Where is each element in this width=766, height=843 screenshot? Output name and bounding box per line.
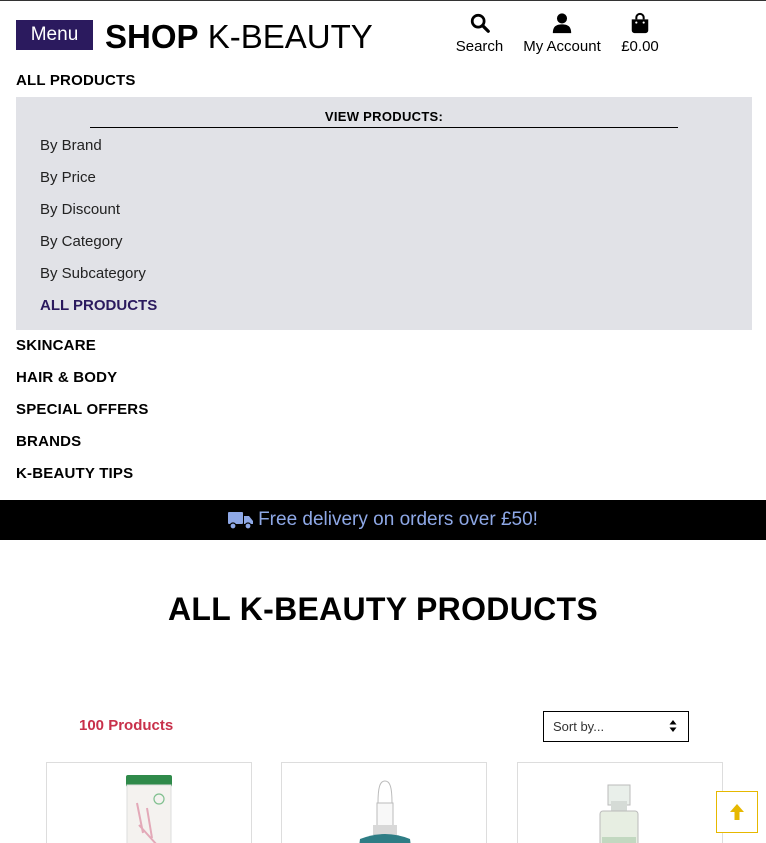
user-icon xyxy=(552,13,572,34)
product-image xyxy=(359,780,411,843)
dropdown-item-by-discount[interactable]: By Discount xyxy=(40,201,120,218)
nav-brands[interactable]: BRANDS xyxy=(16,433,81,450)
sort-placeholder: Sort by... xyxy=(553,719,605,734)
product-image xyxy=(126,775,172,843)
product-card[interactable] xyxy=(46,762,252,843)
product-card[interactable] xyxy=(281,762,487,843)
cart-total: £0.00 xyxy=(621,38,659,55)
logo-bold-text: SHOP xyxy=(105,18,199,55)
site-logo[interactable]: SHOP K-BEAUTY xyxy=(105,17,373,57)
dropdown-item-by-category[interactable]: By Category xyxy=(40,233,123,250)
dropdown-item-by-price[interactable]: By Price xyxy=(40,169,96,186)
product-card[interactable] xyxy=(517,762,723,843)
sort-select[interactable]: Sort by... xyxy=(543,711,689,742)
top-border xyxy=(0,0,766,1)
delivery-banner: Free delivery on orders over £50! xyxy=(0,500,766,540)
search-icon xyxy=(470,13,490,33)
delivery-banner-text: Free delivery on orders over £50! xyxy=(258,509,538,530)
my-account-link[interactable]: My Account xyxy=(518,12,606,55)
arrow-up-icon xyxy=(730,804,744,820)
dropdown-heading: VIEW PRODUCTS: xyxy=(90,109,678,128)
dropdown-item-by-subcategory[interactable]: By Subcategory xyxy=(40,265,146,282)
search-link[interactable]: Search xyxy=(452,12,507,55)
nav-skincare[interactable]: SKINCARE xyxy=(16,337,96,354)
dropdown-item-all-products[interactable]: ALL PRODUCTS xyxy=(40,297,157,314)
dropdown-item-by-brand[interactable]: By Brand xyxy=(40,137,102,154)
products-dropdown: VIEW PRODUCTS: By Brand By Price By Disc… xyxy=(16,97,752,330)
shopping-bag-icon xyxy=(631,12,649,34)
page-title: ALL K-BEAUTY PRODUCTS xyxy=(167,591,599,627)
truck-icon xyxy=(228,512,254,530)
search-label: Search xyxy=(455,38,504,55)
sort-arrows-icon xyxy=(669,720,677,732)
product-image xyxy=(599,784,639,843)
menu-button[interactable]: Menu xyxy=(16,20,93,50)
nav-special-offers[interactable]: SPECIAL OFFERS xyxy=(16,401,149,418)
nav-hair-body[interactable]: HAIR & BODY xyxy=(16,369,117,386)
cart-link[interactable]: £0.00 xyxy=(614,12,666,55)
product-count: 100 Products xyxy=(79,717,174,734)
account-label: My Account xyxy=(523,38,601,55)
logo-regular-text: K-BEAUTY xyxy=(207,18,373,55)
nav-k-beauty-tips[interactable]: K-BEAUTY TIPS xyxy=(16,465,133,482)
nav-all-products[interactable]: ALL PRODUCTS xyxy=(16,72,136,89)
back-to-top-button[interactable] xyxy=(716,791,758,833)
